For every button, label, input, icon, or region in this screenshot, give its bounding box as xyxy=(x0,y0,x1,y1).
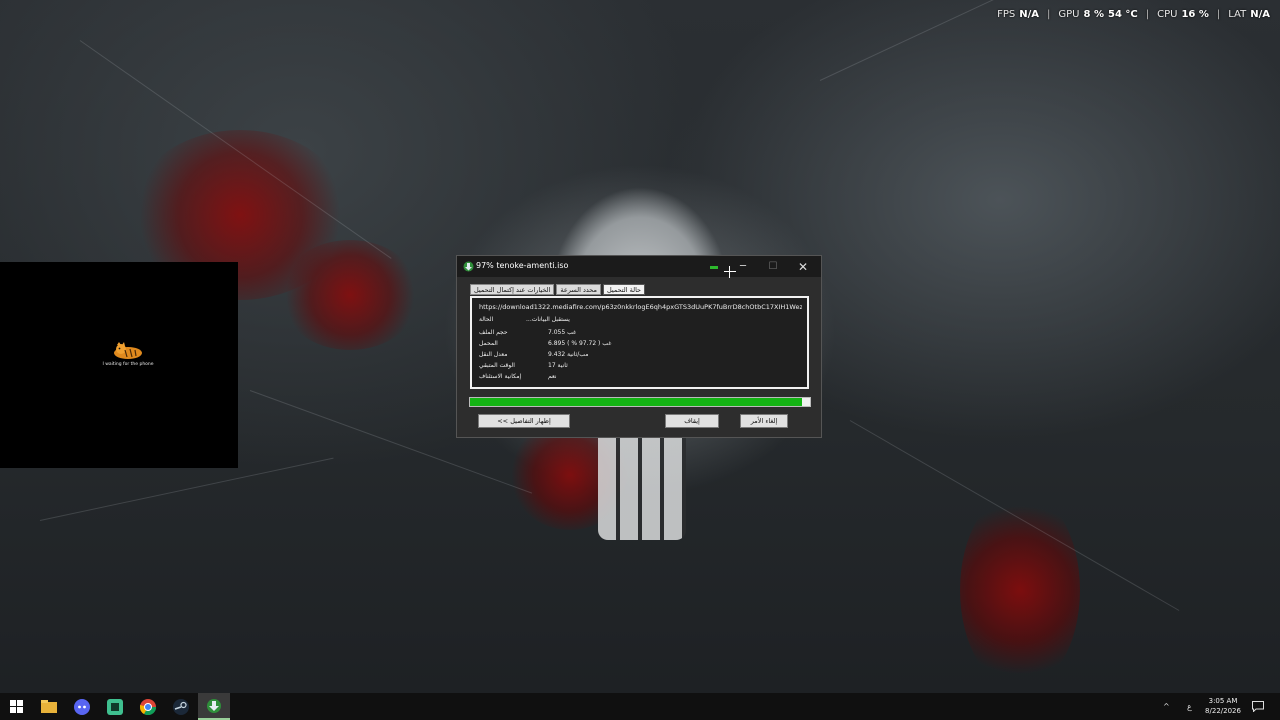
start-icon xyxy=(9,700,23,713)
gpu-load: 8 % xyxy=(1083,9,1104,20)
maximize-button[interactable]: ☐ xyxy=(759,258,787,276)
tab-download-status[interactable]: حالة التحميل xyxy=(602,284,646,295)
status-value: يستقبل البيانات... xyxy=(526,316,570,323)
blood-splatter xyxy=(960,490,1080,690)
progress-mini-indicator xyxy=(710,266,718,269)
resume-capability-label: إمكانية الاستئناف xyxy=(479,373,522,380)
performance-overlay: FPS N/A | GPU 8 % 54 °C | CPU 16 % | LAT… xyxy=(997,9,1270,20)
notification-button[interactable] xyxy=(1252,693,1264,720)
taskbar-chrome[interactable] xyxy=(132,693,164,720)
time-left-label: الوقت المتبقي xyxy=(479,362,515,369)
download-url: https://download1322.mediafire.com/p63z0… xyxy=(479,303,802,311)
info-row: حجم الملف 7.055 غب xyxy=(479,329,799,340)
blood-splatter xyxy=(280,240,420,350)
steam-icon xyxy=(173,698,189,715)
info-row: معدل النقل 9.432 مب/ثانية xyxy=(479,351,799,362)
download-progress-bar xyxy=(469,397,811,407)
show-details-button[interactable]: << إظهار التفاصيل xyxy=(478,414,570,428)
cpu-load: 16 % xyxy=(1181,9,1209,20)
overlay-separator: | xyxy=(1216,9,1221,20)
download-progress-fill xyxy=(470,398,803,406)
idm-globe-icon xyxy=(463,261,474,272)
mouse-cursor xyxy=(724,266,736,278)
taskbar-steam[interactable] xyxy=(165,693,197,720)
pause-button[interactable]: إيقاف xyxy=(665,414,719,428)
transfer-rate-value: 9.432 مب/ثانية xyxy=(548,351,589,358)
gpu-label: GPU xyxy=(1058,9,1080,20)
skull-teeth xyxy=(598,430,686,540)
fps-label: FPS xyxy=(997,9,1016,20)
tray-chevron[interactable]: ^ xyxy=(1163,693,1170,720)
chrome-icon xyxy=(140,698,156,715)
side-window[interactable]: I waiting for the phone xyxy=(0,262,238,468)
time-left-value: 17 ثانية xyxy=(548,362,568,369)
info-row: الوقت المتبقي 17 ثانية xyxy=(479,362,799,373)
taskbar-discord[interactable] xyxy=(66,693,98,720)
dialog-titlebar[interactable]: 97% tenoke-amenti.iso ─ ☐ ✕ xyxy=(457,256,821,277)
cancel-button[interactable]: إلغاء الأمر xyxy=(740,414,788,428)
discord-icon xyxy=(74,698,90,715)
lat-value: N/A xyxy=(1250,9,1270,20)
info-row: المحمل 6.895 غب ( 97.72 % ) xyxy=(479,340,799,351)
download-dialog[interactable]: 97% tenoke-amenti.iso ─ ☐ ✕ حالة التحميل… xyxy=(456,255,822,438)
dialog-tabs: حالة التحميل محدد السرعة الخيارات عند إك… xyxy=(470,284,646,295)
overlay-separator: | xyxy=(1047,9,1051,20)
lat-label: LAT xyxy=(1228,9,1247,20)
side-window-caption: I waiting for the phone xyxy=(102,362,154,367)
transfer-rate-label: معدل النقل xyxy=(479,351,508,358)
cpu-label: CPU xyxy=(1157,9,1178,20)
resume-capability-value: نعم xyxy=(548,373,557,380)
start-button[interactable] xyxy=(0,693,32,720)
tab-speed-limiter[interactable]: محدد السرعة xyxy=(556,284,601,295)
file-size-label: حجم الملف xyxy=(479,329,508,336)
clock-date: 8/22/2026 xyxy=(1205,707,1241,715)
fps-value: N/A xyxy=(1019,9,1040,20)
language-indicator[interactable]: ع xyxy=(1187,693,1192,720)
taskbar: ^ ع 3:05 AM 8/22/2026 xyxy=(0,693,1280,720)
app-icon xyxy=(107,698,123,715)
notification-icon xyxy=(1252,701,1264,712)
downloaded-value: 6.895 غب ( 97.72 % ) xyxy=(548,340,612,347)
info-table: حجم الملف 7.055 غب المحمل 6.895 غب ( 97.… xyxy=(479,329,799,384)
taskbar-idm[interactable] xyxy=(198,693,230,720)
overlay-separator: | xyxy=(1145,9,1150,20)
dialog-title: 97% tenoke-amenti.iso xyxy=(476,261,569,270)
idm-icon xyxy=(207,698,221,713)
info-row: إمكانية الاستئناف نعم xyxy=(479,373,799,384)
file-explorer-icon xyxy=(41,700,57,713)
tiger-icon xyxy=(114,342,142,359)
taskbar-file-explorer[interactable] xyxy=(33,693,65,720)
taskbar-clock[interactable]: 3:05 AM 8/22/2026 xyxy=(1200,696,1246,716)
tab-completion-options[interactable]: الخيارات عند إكتمال التحميل xyxy=(470,284,555,295)
taskbar-app[interactable] xyxy=(99,693,131,720)
downloaded-label: المحمل xyxy=(479,340,498,347)
close-button[interactable]: ✕ xyxy=(789,258,817,276)
gpu-temp: 54 °C xyxy=(1107,9,1138,20)
status-panel: https://download1322.mediafire.com/p63z0… xyxy=(470,296,809,389)
file-size-value: 7.055 غب xyxy=(548,329,577,336)
clock-time: 3:05 AM xyxy=(1208,697,1238,705)
